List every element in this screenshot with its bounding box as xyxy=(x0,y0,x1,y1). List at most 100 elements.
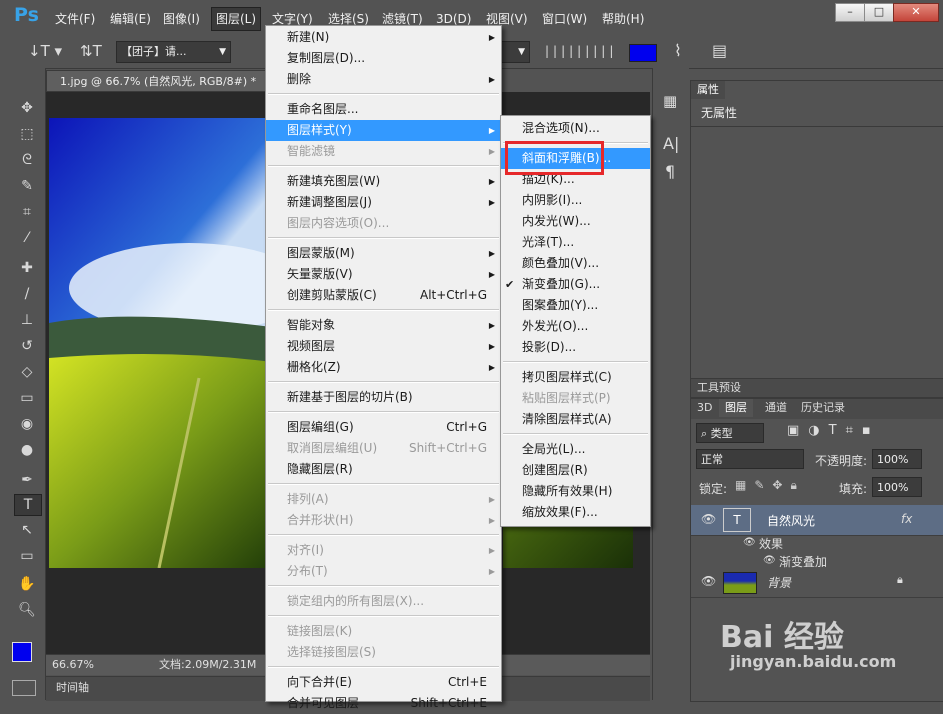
layer-filter-select[interactable]: ⌕ 类型 xyxy=(696,423,764,443)
menu-item[interactable]: 取消图层编组(U) Shift+Ctrl+G xyxy=(266,438,501,459)
crop-tool-icon[interactable]: ⌗ xyxy=(14,202,40,222)
effect-eye-icon[interactable]: 👁︎ xyxy=(763,555,776,566)
menu-item[interactable]: 对齐(I) ▶ xyxy=(266,540,501,561)
brush-tool-icon[interactable]: / xyxy=(14,284,40,304)
menu-item[interactable]: 锁定组内的所有图层(X)... xyxy=(266,591,501,612)
visibility-eye-icon[interactable]: 👁︎ xyxy=(701,512,716,526)
menu-item[interactable]: 矢量蒙版(V) ▶ xyxy=(266,264,501,285)
menu-item[interactable]: 内阴影(I)... xyxy=(501,190,650,211)
menu-item[interactable]: 选择链接图层(S) xyxy=(266,642,501,663)
menu-item[interactable]: 智能滤镜 ▶ xyxy=(266,141,501,162)
lasso-tool-icon[interactable]: ᘓ xyxy=(14,150,40,170)
align-buttons-icon[interactable]: ||||||||| xyxy=(545,44,615,60)
maximize-button[interactable]: □ xyxy=(864,3,894,22)
gradient-tool-icon[interactable]: ▭ xyxy=(14,388,40,408)
menu-item[interactable]: 内发光(W)... xyxy=(501,211,650,232)
menu-item[interactable]: 复制图层(D)... xyxy=(266,48,501,69)
menu-item[interactable]: 光泽(T)... xyxy=(501,232,650,253)
menu-image[interactable]: 图像(I) xyxy=(163,10,200,28)
menu-item[interactable]: 智能对象 ▶ xyxy=(266,315,501,336)
eraser-tool-icon[interactable]: ◇ xyxy=(14,362,40,382)
menu-item[interactable]: 图层编组(G) Ctrl+G xyxy=(266,417,501,438)
blur-tool-icon[interactable]: ◉ xyxy=(14,414,40,434)
menu-item[interactable]: 创建图层(R) xyxy=(501,460,650,481)
menu-item[interactable]: 隐藏图层(R) xyxy=(266,459,501,480)
clone-stamp-tool-icon[interactable]: ⊥ xyxy=(14,310,40,330)
menu-item[interactable]: 栅格化(Z) ▶ xyxy=(266,357,501,378)
visibility-eye-icon[interactable]: 👁︎ xyxy=(701,574,716,588)
effects-eye-icon[interactable]: 👁︎ xyxy=(743,537,756,548)
menu-file[interactable]: 文件(F) xyxy=(55,10,95,28)
menu-item[interactable]: 链接图层(K) xyxy=(266,621,501,642)
layer-filter-icons[interactable]: ▣◑T⌗▪ xyxy=(787,423,927,443)
text-orientation-icon[interactable]: ⇅T xyxy=(80,42,102,62)
text-layer-name[interactable]: 自然风光 xyxy=(767,512,815,529)
menu-item[interactable]: 排列(A) ▶ xyxy=(266,489,501,510)
healing-brush-tool-icon[interactable]: ✚ xyxy=(14,258,40,278)
move-tool-icon[interactable]: ✥ xyxy=(14,98,40,118)
hand-tool-icon[interactable]: ✋ xyxy=(14,574,40,594)
pen-tool-icon[interactable]: ✒ xyxy=(14,470,40,490)
menu-item[interactable]: 拷贝图层样式(C) xyxy=(501,367,650,388)
tab-layers[interactable]: 图层 xyxy=(719,399,753,417)
type-tool-icon[interactable]: T xyxy=(14,494,42,516)
menu-help[interactable]: 帮助(H) xyxy=(602,10,644,28)
document-tab[interactable]: 1.jpg @ 66.7% (自然风光, RGB/8#) * xyxy=(46,70,266,92)
layer-row-background[interactable]: 👁︎ 背景 🔒︎ xyxy=(691,567,943,598)
menu-item[interactable]: 投影(D)... xyxy=(501,337,650,358)
opacity-field[interactable]: 100% xyxy=(872,449,922,469)
menu-item[interactable]: 颜色叠加(V)... xyxy=(501,253,650,274)
close-button[interactable]: ✕ xyxy=(893,3,939,22)
menu-item[interactable]: 图层蒙版(M) ▶ xyxy=(266,243,501,264)
font-family-select[interactable]: 【团子】请... ▼ xyxy=(116,41,231,63)
menu-item[interactable]: 分布(T) ▶ xyxy=(266,561,501,582)
menu-item[interactable]: 混合选项(N)... xyxy=(501,118,650,139)
fill-field[interactable]: 100% xyxy=(872,477,922,497)
menu-item[interactable]: 视频图层 ▶ xyxy=(266,336,501,357)
dodge-tool-icon[interactable]: ● xyxy=(14,440,40,460)
character-panel-icon[interactable]: ▤ xyxy=(712,41,734,63)
menu-item[interactable]: 全局光(L)... xyxy=(501,439,650,460)
zoom-tool-icon[interactable]: 🔍︎ xyxy=(14,600,40,620)
menu-item[interactable]: 图层内容选项(O)... xyxy=(266,213,501,234)
menu-item[interactable]: 重命名图层... xyxy=(266,99,501,120)
menu-layer[interactable]: 图层(L) xyxy=(210,7,262,31)
lock-icons[interactable]: ▦✎✥🔒︎ xyxy=(735,478,825,496)
paragraph-icon[interactable]: ¶ xyxy=(665,162,675,181)
menu-window[interactable]: 窗口(W) xyxy=(542,10,587,28)
menu-item[interactable]: 粘贴图层样式(P) xyxy=(501,388,650,409)
menu-item[interactable]: 新建调整图层(J) ▶ xyxy=(266,192,501,213)
menu-item[interactable]: 隐藏所有效果(H) xyxy=(501,481,650,502)
character-icon[interactable]: A| xyxy=(663,134,679,153)
marquee-tool-icon[interactable]: ⬚ xyxy=(14,124,40,144)
menu-edit[interactable]: 编辑(E) xyxy=(110,10,151,28)
type-tool-preset-icon[interactable]: ↓T ▾ xyxy=(28,42,68,62)
zoom-level[interactable]: 66.67% xyxy=(52,655,94,675)
menu-item[interactable]: 创建剪贴蒙版(C) Alt+Ctrl+G xyxy=(266,285,501,306)
tab-channels[interactable]: 通道 xyxy=(759,399,793,417)
menu-item[interactable]: 图层样式(Y) ▶ xyxy=(266,120,501,141)
properties-tab[interactable]: 属性 xyxy=(691,81,725,99)
menu-item[interactable]: 删除 ▶ xyxy=(266,69,501,90)
minimize-button[interactable]: – xyxy=(835,3,865,22)
warp-text-icon[interactable]: ⌇ xyxy=(674,41,694,63)
rectangle-tool-icon[interactable]: ▭ xyxy=(14,546,40,566)
foreground-color-swatch[interactable] xyxy=(12,642,32,662)
menu-item[interactable]: 清除图层样式(A) xyxy=(501,409,650,430)
fx-icon[interactable]: fx xyxy=(901,512,912,526)
menu-item[interactable]: 合并形状(H) ▶ xyxy=(266,510,501,531)
menu-item[interactable]: 缩放效果(F)... xyxy=(501,502,650,523)
properties-panel-icon[interactable]: ▦ xyxy=(663,92,677,110)
menu-item[interactable]: 图案叠加(Y)... xyxy=(501,295,650,316)
layer-row-text[interactable]: 👁︎ T 自然风光 fx xyxy=(691,505,943,536)
quick-mask-icon[interactable] xyxy=(12,680,36,696)
menu-item[interactable]: 合并可见图层 Shift+Ctrl+E xyxy=(266,693,501,714)
quick-select-tool-icon[interactable]: ✎ xyxy=(14,176,40,196)
tab-3d[interactable]: 3D xyxy=(691,399,718,417)
tab-history[interactable]: 历史记录 xyxy=(795,399,851,417)
anti-alias-select[interactable]: ▼ xyxy=(500,41,530,63)
blend-mode-select[interactable]: 正常 xyxy=(696,449,804,469)
history-brush-tool-icon[interactable]: ↺ xyxy=(14,336,40,356)
menu-item[interactable]: 外发光(O)... xyxy=(501,316,650,337)
tool-presets-tab[interactable]: 工具预设 xyxy=(691,379,747,397)
